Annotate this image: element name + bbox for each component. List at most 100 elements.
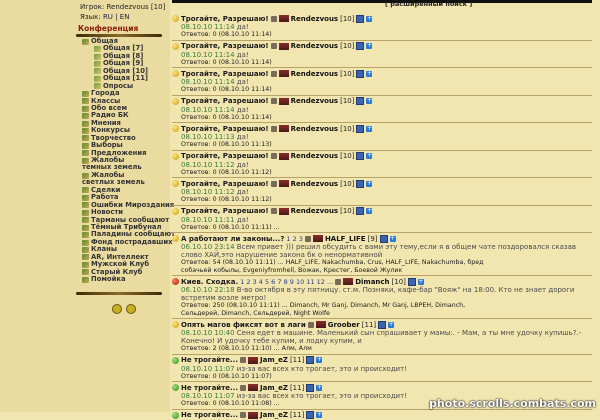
topic-row: Трогайте, Разрешаю! Rendezvous [10] +08.10.…	[172, 97, 592, 123]
topic-title-link[interactable]: Трогайте, Разрешаю!	[181, 180, 269, 188]
topic-author[interactable]: Jam_eZ	[260, 411, 288, 419]
add-icon[interactable]: +	[417, 278, 424, 285]
lang-en-link[interactable]: EN	[120, 13, 130, 21]
topic-author[interactable]: Rendezvous	[291, 42, 338, 50]
topic-header: Трогайте, Разрешаю! Rendezvous [10] +	[172, 179, 592, 188]
advanced-search-link[interactable]: [ расширенный поиск ]	[385, 0, 472, 8]
topic-title-link[interactable]: Не трогайте...	[181, 384, 238, 392]
add-icon[interactable]: +	[316, 357, 323, 363]
add-icon[interactable]: +	[366, 153, 373, 159]
topic-title-link[interactable]: Трогайте, Разрешаю!	[181, 42, 269, 50]
topic-row: Трогайте, Разрешаю! Rendezvous [10] +08.10.…	[172, 152, 592, 178]
clan-icon	[278, 180, 289, 187]
topic-author[interactable]: Rendezvous	[291, 152, 338, 160]
info-icon[interactable]	[356, 207, 365, 215]
topic-snippet: 08.10.10 11:12 да!	[172, 188, 592, 196]
add-icon[interactable]: +	[366, 15, 373, 22]
topic-status-icon	[172, 278, 179, 285]
topic-author[interactable]: Rendezvous	[291, 70, 338, 78]
topic-snippet: 08.10.10 11:13 да!	[172, 133, 592, 141]
topic-title-link[interactable]: Не трогайте...	[181, 356, 238, 364]
info-icon[interactable]	[306, 411, 315, 419]
author-level: [11]	[289, 383, 305, 392]
topic-author[interactable]: Rendezvous	[291, 97, 338, 105]
topic-status-icon	[172, 180, 179, 187]
topic-date: 06.10.10 22:18	[181, 286, 237, 294]
add-icon[interactable]: +	[388, 321, 395, 328]
add-icon[interactable]: +	[316, 412, 323, 418]
topic-snippet: 08.10.10 11:14 да!	[172, 106, 592, 114]
topic-row: Опять магов фиксят вот в лаги Groober [11]…	[172, 320, 592, 355]
align-icon	[270, 70, 277, 77]
topic-replies: Ответов: 250 (08.10.10 11:11) ... Dimanc…	[181, 302, 466, 309]
user-info: Игрок: Rendezvous [10] Язык: RU | EN	[80, 2, 165, 22]
topic-author[interactable]: Jam_eZ	[260, 356, 288, 364]
clan-icon	[278, 125, 289, 132]
add-icon[interactable]: +	[366, 180, 373, 187]
sidebar-item-label: Помойка	[91, 275, 126, 283]
topic-replies: Ответов: 0 (08.10.10 11:14)	[181, 31, 272, 38]
topic-author[interactable]: Rendezvous	[291, 125, 338, 133]
info-icon[interactable]	[356, 97, 365, 105]
info-icon[interactable]	[126, 304, 136, 314]
topic-title-link[interactable]: Трогайте, Разрешаю!	[181, 125, 269, 133]
info-icon[interactable]	[306, 383, 315, 392]
topic-author[interactable]: Rendezvous	[291, 180, 338, 188]
folder-icon	[82, 224, 89, 231]
align-icon	[240, 357, 246, 363]
info-icon[interactable]	[356, 69, 365, 78]
topic-pages[interactable]: 1 2 3 4 5 6 7 8 9 10 11 12 ...	[240, 278, 333, 286]
info-icon[interactable]	[356, 42, 365, 50]
topic-title-link[interactable]: Трогайте, Разрешаю!	[181, 152, 269, 160]
topic-title-link[interactable]: Опять магов фиксят вот в лаги	[181, 321, 306, 329]
topic-lock-icon	[172, 235, 179, 242]
topic-text: из-за вас всех кто трогает, это и происх…	[236, 364, 407, 373]
info-icon[interactable]	[356, 152, 365, 160]
topic-title-link[interactable]: Трогайте, Разрешаю!	[181, 97, 269, 105]
topic-text: да!	[236, 50, 249, 59]
add-icon[interactable]: +	[316, 384, 323, 391]
topic-author[interactable]: Rendezvous	[291, 15, 338, 23]
info-icon[interactable]	[356, 124, 365, 133]
topic-snippet: 06.10.10 23:14 Всем привет ))) решил обс…	[172, 243, 592, 259]
topic-header: Трогайте, Разрешаю! Rendezvous [10] +	[172, 207, 592, 216]
info-icon[interactable]	[379, 234, 388, 243]
topic-row: Не трогайте... Jam_eZ [11] +08.10.10 11:07 …	[172, 356, 592, 382]
info-icon[interactable]	[306, 356, 315, 364]
topic-title-link[interactable]: Не трогайте...	[181, 411, 238, 419]
info-icon[interactable]	[356, 14, 365, 23]
topic-author[interactable]: Dimanch	[355, 278, 389, 286]
add-icon[interactable]: +	[366, 208, 373, 214]
topic-author[interactable]: Jam_eZ	[260, 384, 288, 392]
topic-title-link[interactable]: Трогайте, Разрешаю!	[181, 207, 269, 215]
info-icon[interactable]	[378, 320, 387, 329]
smile-icon[interactable]	[112, 304, 122, 314]
add-icon[interactable]: +	[366, 70, 373, 77]
topic-pages[interactable]: 1 2 3	[286, 235, 303, 243]
add-icon[interactable]: +	[366, 125, 373, 132]
align-icon	[270, 125, 277, 132]
topic-author[interactable]: HALF_LIFE	[325, 235, 366, 243]
info-icon[interactable]	[407, 277, 416, 286]
lang-ru-link[interactable]: RU	[103, 13, 113, 21]
clan-icon	[278, 15, 289, 22]
topic-author[interactable]: Groober	[328, 321, 360, 329]
topic-author[interactable]: Rendezvous	[291, 207, 338, 215]
row-divider	[172, 177, 592, 178]
folder-icon	[82, 90, 89, 97]
folder-icon	[82, 142, 89, 149]
add-icon[interactable]: +	[389, 235, 396, 242]
topic-snippet: 06.10.10 22:18 В-во октября в эту пятниц…	[172, 286, 592, 302]
topic-title-link[interactable]: Трогайте, Разрешаю!	[181, 70, 269, 78]
clan-icon	[278, 152, 289, 160]
topic-title-link[interactable]: А работают ли законы...?	[181, 235, 284, 243]
topic-title-link[interactable]: Киев. Сходка.	[181, 278, 238, 286]
add-icon[interactable]: +	[366, 98, 373, 104]
topic-date: 08.10.10 11:07	[181, 392, 237, 400]
topic-title-link[interactable]: Трогайте, Разрешаю!	[181, 15, 269, 23]
add-icon[interactable]: +	[366, 43, 373, 49]
info-icon[interactable]	[356, 179, 365, 188]
sidebar-item[interactable]: Помойка	[82, 275, 172, 283]
author-level: [10]	[340, 97, 355, 105]
align-icon	[270, 43, 277, 49]
